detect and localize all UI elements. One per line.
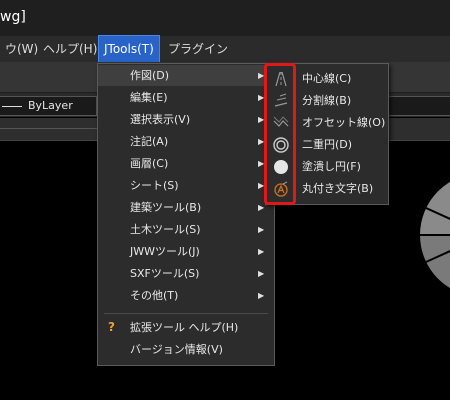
wheel-segment[interactable]: [420, 173, 450, 235]
menu-item-label: SXFツール(S): [130, 267, 200, 280]
menu-help[interactable]: ヘルプ(H): [38, 36, 102, 62]
help-icon: ?: [108, 320, 115, 334]
highlight-annotation-box: [264, 63, 296, 205]
menu-item-edit[interactable]: 編集(E) ▶: [98, 87, 274, 108]
menu-item-label: 画層(C): [130, 157, 169, 170]
menu-item-label: その他(T): [130, 289, 179, 302]
menu-item-label: 選択表示(V): [130, 113, 191, 126]
menu-item-layer[interactable]: 画層(C) ▶: [98, 153, 274, 174]
menu-item-label: 注記(A): [130, 135, 169, 148]
submenu-item-label: 塗潰し円(F): [302, 160, 361, 173]
menu-item-other[interactable]: その他(T) ▶: [98, 285, 274, 306]
menu-separator: [104, 313, 268, 314]
menu-item-version-info[interactable]: バージョン情報(V): [98, 339, 274, 360]
navigation-wheel[interactable]: [418, 170, 450, 300]
menu-jtools[interactable]: JTools(T): [98, 35, 160, 63]
menu-item-label: 作図(D): [130, 69, 170, 82]
wheel-segment[interactable]: [420, 235, 450, 297]
menu-item-label: バージョン情報(V): [130, 343, 223, 356]
menu-item-draw[interactable]: 作図(D) ▶: [98, 65, 274, 86]
menu-window[interactable]: ウ(W): [0, 36, 43, 62]
menu-plugin[interactable]: プラグイン: [163, 36, 233, 62]
linetype-preview: [2, 106, 22, 107]
menu-item-label: シート(S): [130, 179, 179, 192]
chevron-right-icon: ▶: [258, 247, 265, 256]
menu-item-label: 土木ツール(S): [130, 223, 201, 236]
submenu-item-label: 分割線(B): [302, 94, 352, 107]
title-bar: wg]: [0, 0, 450, 36]
menu-item-select-display[interactable]: 選択表示(V) ▶: [98, 109, 274, 130]
menu-item-label: 建築ツール(B): [130, 201, 202, 214]
menu-item-label: 編集(E): [130, 91, 168, 104]
submenu-item-label: オフセット線(O): [302, 116, 386, 129]
chevron-right-icon: ▶: [258, 225, 265, 234]
submenu-item-label: 丸付き文字(B): [302, 182, 374, 195]
linetype-select[interactable]: ByLayer: [0, 96, 97, 116]
menu-item-label: 拡張ツール ヘルプ(H): [130, 321, 239, 334]
chevron-right-icon: ▶: [258, 269, 265, 278]
submenu-item-label: 中心線(C): [302, 72, 352, 85]
tab-divider: [0, 128, 97, 129]
menu-item-extension-help[interactable]: ? 拡張ツール ヘルプ(H): [98, 317, 274, 338]
menu-item-label: JWWツール(J): [130, 245, 200, 258]
menu-item-civil-tools[interactable]: 土木ツール(S) ▶: [98, 219, 274, 240]
menu-item-architecture-tools[interactable]: 建築ツール(B) ▶: [98, 197, 274, 218]
menu-item-sxf-tools[interactable]: SXFツール(S) ▶: [98, 263, 274, 284]
jtools-dropdown-menu: 作図(D) ▶ 編集(E) ▶ 選択表示(V) ▶ 注記(A) ▶ 画層(C) …: [97, 63, 275, 366]
window-title: wg]: [0, 9, 26, 25]
menu-bar: ウ(W) ヘルプ(H) JTools(T) プラグイン: [0, 35, 450, 63]
linetype-value: ByLayer: [28, 99, 73, 112]
menu-item-annotation[interactable]: 注記(A) ▶: [98, 131, 274, 152]
menu-item-jww-tools[interactable]: JWWツール(J) ▶: [98, 241, 274, 262]
submenu-item-label: 二重円(D): [302, 138, 353, 151]
chevron-right-icon: ▶: [258, 291, 265, 300]
menu-item-sheet[interactable]: シート(S) ▶: [98, 175, 274, 196]
